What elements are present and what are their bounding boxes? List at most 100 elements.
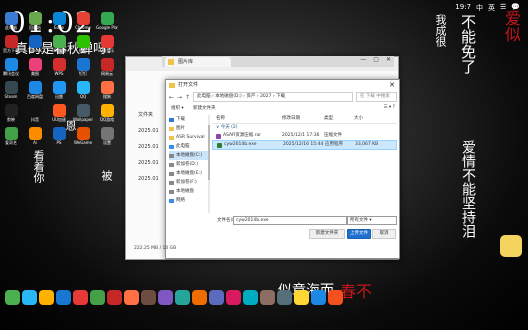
file-row[interactable]: cyw2014b.exe 2025/12/16 15:44 应用程序 33,067 K… (212, 140, 397, 150)
file-row[interactable]: ASAR资源压缩.rar 2025/12/1 17:36 压缩文件 (212, 132, 397, 140)
dock-app-icon[interactable] (209, 290, 224, 305)
app-icon (76, 127, 90, 140)
desktop-icon[interactable]: 360安全 (50, 35, 68, 57)
nav-item-label: 网络 (176, 198, 185, 203)
column-header-date[interactable]: 修改日期 (282, 115, 324, 123)
dock-app-icon[interactable] (243, 290, 258, 305)
back-button[interactable]: ← (169, 94, 174, 101)
dock-app-icon[interactable] (294, 290, 309, 305)
desktop-icon[interactable]: 爱奇艺 (2, 127, 20, 149)
dock-app-icon[interactable] (107, 290, 122, 305)
nav-item[interactable]: 本地磁盘(C:) (169, 151, 209, 160)
desktop-icon[interactable]: PS (50, 127, 68, 149)
maximize-icon[interactable]: ▢ (373, 56, 379, 63)
nav-item[interactable]: 此电脑 (169, 142, 209, 151)
forward-button[interactable]: → (177, 94, 182, 101)
tray-item[interactable]: 中 (476, 3, 483, 13)
clock-widget-icon[interactable] (500, 235, 522, 257)
view-options[interactable]: ☰ ▾ ? (383, 105, 395, 110)
dock-app-icon[interactable] (158, 290, 173, 305)
sidebar-item[interactable]: 文件夹 (138, 107, 159, 123)
dock-app-icon[interactable] (90, 290, 105, 305)
dock-app-icon[interactable] (277, 290, 292, 305)
nav-item[interactable]: 本地磁盘 (169, 187, 209, 196)
nav-item[interactable]: 新加卷(F:) (169, 178, 209, 187)
dock-app-icon[interactable] (56, 290, 71, 305)
navigation-scrollbar[interactable] (208, 115, 210, 213)
desktop-icon[interactable]: 官方下载 (2, 35, 20, 57)
desktop-icon[interactable]: Wallpaper (73, 104, 93, 126)
tray-item[interactable]: 19:7 (455, 3, 471, 13)
dock-app-icon[interactable] (39, 290, 54, 305)
desktop-icon[interactable]: 微信 (74, 35, 92, 57)
sidebar-item[interactable]: 2025.01 (138, 155, 159, 171)
desktop-icon[interactable]: 此电脑 (2, 12, 20, 34)
desktop-icon[interactable]: ToDesk (26, 35, 44, 57)
desktop-icon[interactable]: WPS (50, 58, 68, 80)
dock-app-icon[interactable] (226, 290, 241, 305)
column-header-size[interactable]: 大小 (354, 115, 384, 123)
path-breadcrumb[interactable]: 此电脑 › 本地磁盘(D:) › 资产 › 2027 › 下载 (193, 92, 353, 102)
desktop-icon[interactable]: Ai (26, 127, 44, 149)
desktop-icon-label: Steam (4, 94, 18, 99)
desktop-icon[interactable]: 网易云 (98, 58, 116, 80)
desktop-icon[interactable]: Google Play (96, 12, 118, 34)
desktop-icon[interactable]: 剪映 (2, 104, 20, 126)
nav-item[interactable]: ASR Survival (169, 133, 209, 142)
desktop-icon[interactable]: 抖音 (26, 104, 44, 126)
dock-app-icon[interactable] (328, 290, 343, 305)
filename-input[interactable]: cyw2014b.exe (233, 216, 347, 225)
group-header-today[interactable]: ∨ 今天 (2) (212, 124, 397, 132)
desktop-icon[interactable]: QQ游戏 (98, 104, 116, 126)
desktop-icon[interactable]: Chrome (74, 12, 92, 34)
nav-item[interactable]: 本地磁盘(E:) (169, 169, 209, 178)
up-button[interactable]: ↑ (185, 94, 190, 101)
cancel-button[interactable]: 取消 (372, 229, 396, 239)
desktop-icon[interactable]: UU加速 (50, 104, 68, 126)
dock-app-icon[interactable] (260, 290, 275, 305)
tray-item[interactable]: 英 (488, 3, 495, 13)
organize-button[interactable]: 组织 ▾ (171, 105, 184, 111)
dock-app-icon[interactable] (73, 290, 88, 305)
minimize-icon[interactable]: — (360, 56, 366, 63)
scrollbar-thumb[interactable] (208, 125, 210, 180)
dock-app-icon[interactable] (311, 290, 326, 305)
sidebar-item[interactable]: 2025.01 (138, 139, 159, 155)
dock-app-icon[interactable] (192, 290, 207, 305)
desktop-icon[interactable]: 搜狗 (98, 81, 116, 103)
dock-app-icon[interactable] (175, 290, 190, 305)
new-folder-button[interactable]: 新建文件夹 (193, 105, 216, 111)
app-icon (52, 127, 66, 140)
sidebar-item[interactable]: 2025.01 (138, 171, 159, 187)
close-icon[interactable]: ✕ (386, 56, 391, 63)
desktop-icon[interactable]: 回收站 (26, 12, 44, 34)
desktop-icon[interactable]: 钉钉 (74, 58, 92, 80)
tab-gallery[interactable]: 图片库 (165, 57, 231, 67)
dock-app-icon[interactable] (22, 290, 37, 305)
column-header-type[interactable]: 类型 (324, 115, 354, 123)
search-input[interactable]: 在 下载 中搜索 (356, 92, 397, 102)
desktop-icon[interactable]: 腾讯会议 (2, 58, 20, 80)
desktop-icon[interactable]: Steam (2, 81, 20, 103)
upload-button[interactable]: 上传文件 (347, 229, 371, 239)
sidebar-item[interactable]: 2025.01 (138, 123, 159, 139)
nav-item[interactable]: 网络 (169, 196, 209, 205)
filetype-select[interactable]: 所有文件 ▾ (347, 216, 397, 225)
close-button[interactable]: ✕ (389, 80, 395, 91)
nav-item[interactable]: 下载 (169, 115, 209, 124)
dock-app-icon[interactable] (141, 290, 156, 305)
nav-item[interactable]: 新加卷(D:) (169, 160, 209, 169)
desktop-icon[interactable]: 迅雷 (50, 81, 68, 103)
desktop-icon[interactable]: QQ (74, 81, 92, 103)
desktop-icon[interactable]: 设置 (98, 127, 116, 149)
desktop-icon[interactable]: 百度网盘 (26, 81, 44, 103)
column-header-name[interactable]: 名称 (216, 115, 282, 123)
dock-app-icon[interactable] (5, 290, 20, 305)
desktop-icon[interactable]: QQ音乐 (98, 35, 116, 57)
desktop-icon[interactable]: 美图 (26, 58, 44, 80)
dock-app-icon[interactable] (124, 290, 139, 305)
desktop-icon[interactable]: WeGame (74, 127, 92, 149)
new-folder-footer-button[interactable]: 新建文件夹 (309, 229, 345, 239)
nav-item[interactable]: 图片 (169, 124, 209, 133)
desktop-icon[interactable]: Edge (50, 12, 68, 34)
